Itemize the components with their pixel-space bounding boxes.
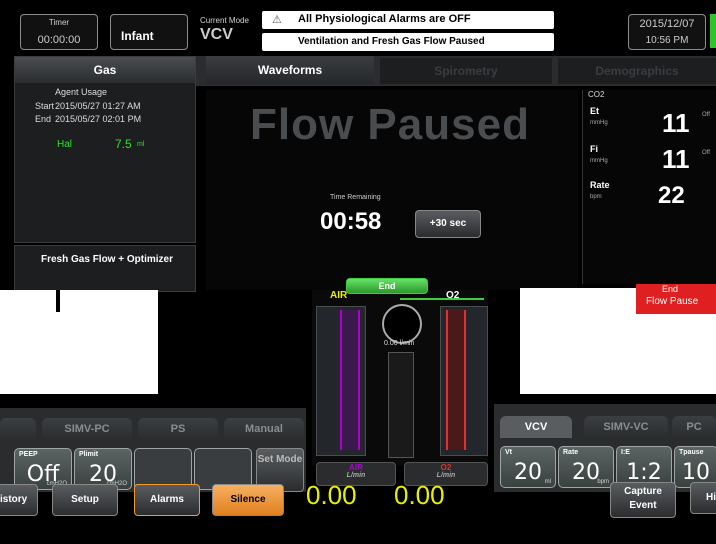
left-mode-tab[interactable] [0, 418, 36, 440]
current-mode-label: Current Mode [200, 16, 249, 25]
agent-start-value: 2015/05/27 01:27 AM [55, 101, 141, 111]
vitals-row-fi: Fi mmHg 11 Off [588, 142, 716, 178]
o2-indicator-line [400, 298, 484, 300]
agent-end-label: End [35, 114, 52, 124]
setting-unit: ml [544, 479, 551, 485]
date-time-box[interactable]: 2015/12/07 10:56 PM [628, 14, 706, 50]
time-value: 10:56 PM [645, 35, 689, 46]
vitals-label: Rate [590, 180, 610, 190]
air-flow-value: 0.00 [306, 480, 357, 510]
vitals-extra: Off [702, 112, 710, 118]
tab-simv-pc[interactable]: SIMV-PC [42, 418, 132, 440]
agent-usage-label: Agent Usage [55, 87, 108, 97]
total-flow-tube [388, 352, 414, 458]
o2-flow-unit: L/min [436, 472, 456, 479]
air-label: AIR [330, 290, 348, 301]
setting-label: I:E [621, 449, 630, 456]
silence-button[interactable]: Silence [212, 484, 284, 516]
fresh-gas-title: Fresh Gas Flow + Optimizer [41, 254, 173, 265]
o2-flow-name: O2 [440, 463, 452, 472]
setting-label: Plimit [79, 451, 99, 458]
vitals-extra: Off [702, 150, 710, 156]
patient-mode-value: Infant [121, 29, 154, 43]
current-mode-value: VCV [200, 26, 233, 43]
setting-unit: bpm [597, 479, 609, 485]
tab-spirometry[interactable]: Spirometry [380, 58, 552, 84]
flow-paused-banner: Flow Paused [250, 100, 530, 149]
status-indicator [710, 14, 716, 48]
timer-box[interactable]: Timer 00:00:00 [20, 14, 98, 50]
vitals-unit: mmHg [590, 120, 608, 126]
timer-label: Timer [48, 18, 70, 27]
vitals-row-et: Et mmHg 11 Off [588, 104, 716, 140]
agent-amount: 7.5 [115, 137, 132, 151]
agent-end-value: 2015/05/27 02:01 PM [55, 114, 142, 124]
alarms-button[interactable]: Alarms [134, 484, 200, 516]
patient-mode-box[interactable]: Infant [110, 14, 188, 50]
setting-label: Tpause [679, 449, 704, 456]
vitals-unit: bpm [590, 194, 602, 200]
end-button[interactable]: End [346, 278, 428, 294]
alarm-message-secondary: Ventilation and Fresh Gas Flow Paused [262, 33, 554, 51]
tab-ps[interactable]: PS [138, 418, 218, 440]
setting-label: Rate [563, 449, 579, 456]
rate-setting[interactable]: Rate 20 bpm [558, 446, 614, 488]
tab-waveforms[interactable]: Waveforms [206, 56, 374, 84]
setup-button[interactable]: Setup [52, 484, 118, 516]
setting-label: PEEP [19, 451, 38, 458]
total-flow-value: 0.00 l/min [384, 340, 415, 347]
vitals-header: CO2 [588, 90, 605, 99]
setting-label: Vt [505, 449, 512, 456]
alarm-secondary-text: Ventilation and Fresh Gas Flow Paused [298, 36, 485, 47]
end-flow-pause-text: End [662, 284, 679, 294]
o2-flow-value: 0.00 [394, 480, 445, 510]
left-small-bar [56, 290, 60, 312]
gas-panel: Gas Agent Usage Start 2015/05/27 01:27 A… [14, 56, 196, 243]
tab-pc[interactable]: PC [672, 416, 716, 438]
time-remaining-value: 00:58 [320, 208, 382, 235]
agent-name: Hal [57, 139, 73, 150]
occlusion-left [0, 290, 158, 394]
agent-start-label: Start [35, 101, 55, 111]
end-flow-pause-text: Flow Pause [646, 296, 699, 307]
time-remaining-label: Time Remaining [330, 194, 381, 201]
air-flow-column [340, 310, 360, 450]
vitals-row-rate: Rate bpm 22 [588, 178, 716, 214]
capture-event-button[interactable]: Capture Event [610, 482, 676, 518]
alarm-message-primary: ⚠ All Physiological Alarms are OFF [262, 11, 554, 29]
vitals-value: 11 [662, 144, 690, 174]
fresh-gas-panel: Fresh Gas Flow + Optimizer [14, 245, 196, 292]
vitals-value: 22 [658, 182, 685, 209]
tab-vcv[interactable]: VCV [500, 416, 572, 438]
tab-simv-vc[interactable]: SIMV-VC [584, 416, 668, 438]
alarm-primary-text: All Physiological Alarms are OFF [298, 13, 471, 25]
vitals-label: Et [590, 106, 599, 116]
vitals-value: 11 [662, 108, 690, 138]
hi-button[interactable]: Hi [690, 482, 716, 514]
air-flow-name: AIR [349, 463, 363, 472]
end-flow-pause-button[interactable]: End Flow Pause [636, 284, 716, 314]
gas-panel-title: Gas [15, 57, 195, 83]
air-flow-unit: L/min [346, 472, 366, 479]
tab-demographics[interactable]: Demographics [558, 58, 716, 84]
agent-unit: ml [137, 141, 145, 148]
vitals-label: Fi [590, 144, 598, 154]
tab-manual[interactable]: Manual [224, 418, 304, 440]
total-flow-gauge [382, 304, 422, 344]
vt-setting[interactable]: Vt 20 ml [500, 446, 556, 488]
o2-flow-column [446, 310, 466, 450]
vitals-unit: mmHg [590, 158, 608, 164]
timer-value: 00:00:00 [37, 34, 81, 46]
date-value: 2015/12/07 [639, 18, 695, 30]
alarm-off-icon: ⚠ [272, 14, 282, 26]
history-button[interactable]: History [0, 484, 38, 516]
add-30-sec-button[interactable]: +30 sec [415, 210, 481, 238]
